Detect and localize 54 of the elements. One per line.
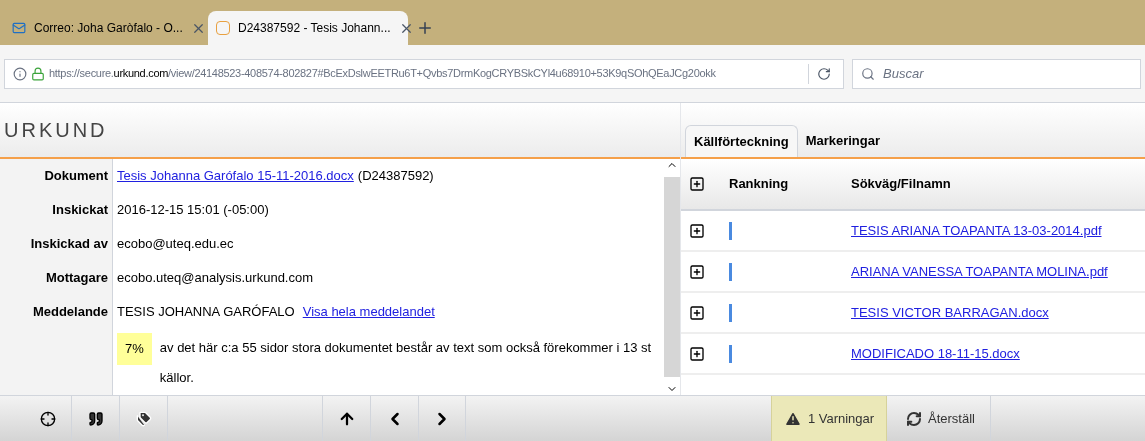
field-label: Mottagare [45,269,108,288]
tab-title: Correo: Joha Garòfalo - O... [34,20,183,37]
field-value: TESIS JOHANNA GARÓFALO [117,303,295,322]
field-value: (D24387592) [357,167,434,186]
search-field[interactable]: Buscar [852,58,1141,89]
new-tab-icon[interactable] [416,19,434,37]
url-field[interactable]: https://secure.urkund.com/view/24148523-408574-802827#BcExDslwEETRu6T+Qvbs7DrmKogCRYBSkCYl4u68910+53K9qSOhQEaJCg20okk [4,58,844,89]
field-label: Inskickad av [30,235,108,254]
rank-bar-icon [729,262,732,281]
expand-icon[interactable] [689,345,705,362]
column-header: Sökväg/Filnamn [851,175,951,194]
expand-icon[interactable] [689,222,705,239]
message-link[interactable]: Visa hela meddelandet [302,302,435,322]
site-icon [216,21,230,35]
reload-icon[interactable] [817,66,831,81]
summary-text: av det här c:a 55 sidor stora dokumentet består av text som också förekommer i 13 st källor. [159,339,653,387]
expand-all-icon[interactable] [689,176,705,192]
lock-icon [31,66,45,81]
rank-bar-icon [729,303,732,322]
panel-tab[interactable]: Markeringar [797,125,889,157]
tab-title: D24387592 - Tesis Johann... [238,20,391,37]
expand-icon[interactable] [689,304,705,321]
field-label: Inskickat [52,201,108,220]
info-icon[interactable] [13,66,27,81]
panel-tab[interactable]: Källförteckning [685,125,798,157]
browser-tab[interactable]: Correo: Joha Garòfalo - O... [4,11,204,45]
rank-bar-icon [729,221,732,240]
refresh-icon [906,410,922,427]
quote-icon [87,410,104,427]
field-value: 2016-12-15 15:01 (-05:00) [117,201,269,220]
column-header: Rankning [728,175,790,194]
field-value: ecobo.uteq@analysis.urkund.com [117,269,314,288]
source-link[interactable]: MODIFICADO 18-11-15.docx [851,343,1020,364]
document-link[interactable]: Tesis Johanna Garófalo 15-11-2016.docx [117,166,354,186]
rank-bar-icon [729,344,732,363]
expand-icon[interactable] [689,263,705,280]
browser-tab[interactable]: D24387592 - Tesis Johann... [208,11,408,45]
field-value: ecobo@uteq.edu.ec [117,235,234,254]
match-percentage: 7% [117,333,152,365]
source-link[interactable]: TESIS VICTOR BARRAGAN.docx [851,302,1049,323]
field-label: Dokument [44,167,108,186]
field-label: Meddelande [32,303,108,322]
search-placeholder: Buscar [883,64,924,83]
next-button[interactable] [418,396,466,441]
warnings-button[interactable]: 1 Varningar [771,396,887,441]
search-icon [861,66,875,81]
tags-icon [135,410,152,427]
source-link[interactable]: TESIS ARIANA TOAPANTA 13-03-2014.pdf [851,220,1102,241]
url-text: https://secure.urkund.com/view/24148523-408574-802827#BcExDslwEETRu6T+Qvbs7DrmKogCRYBSkCYl4u68910+53K9qSOhQEaJCg20okk [49,66,717,82]
logo: URKUND [4,120,109,140]
source-link[interactable]: ARIANA VANESSA TOAPANTA MOLINA.pdf [851,261,1108,282]
mail-icon [12,21,26,35]
reset-button[interactable]: Återställ [891,396,991,441]
crosshair-icon [39,410,56,427]
